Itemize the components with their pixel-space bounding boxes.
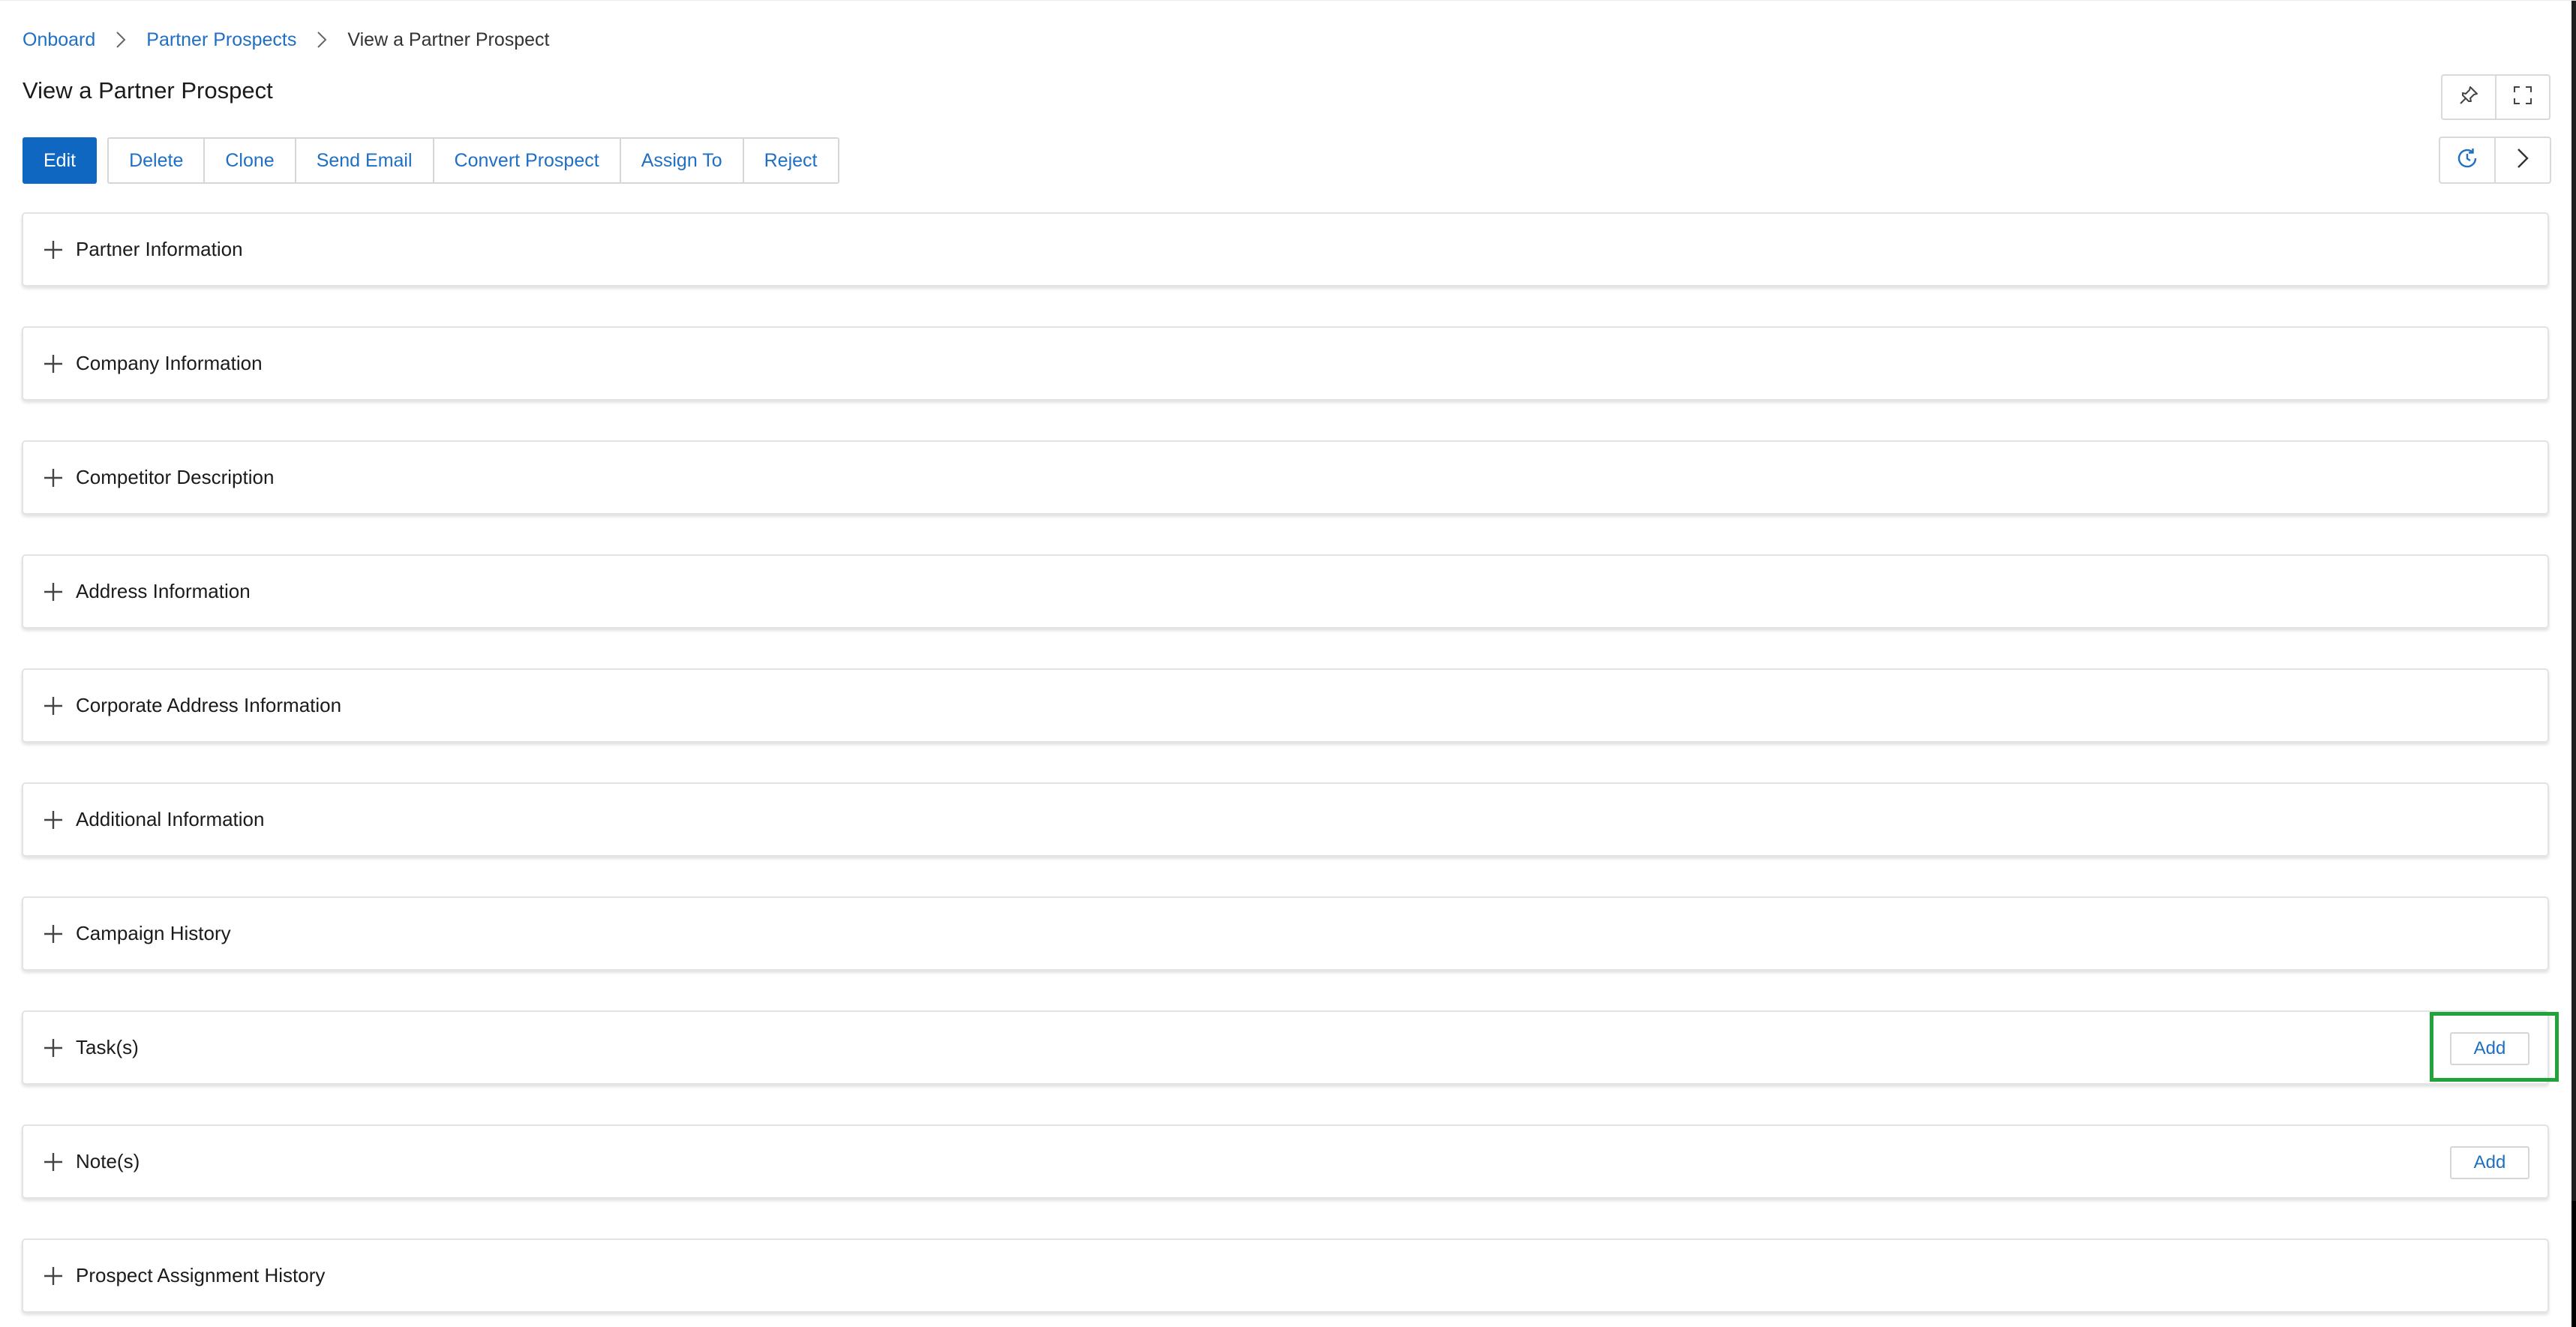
fullscreen-icon bbox=[2512, 85, 2533, 110]
chevron-right-icon bbox=[307, 26, 337, 53]
scrollbar[interactable] bbox=[2571, 1, 2576, 1327]
page-title: View a Partner Prospect bbox=[23, 77, 273, 104]
convert-prospect-button[interactable]: Convert Prospect bbox=[432, 139, 620, 182]
page: Onboard Partner Prospects View a Partner… bbox=[0, 0, 2576, 1327]
section-campaign-history[interactable]: Campaign History bbox=[22, 896, 2549, 971]
edit-button[interactable]: Edit bbox=[23, 137, 98, 184]
expand-plus-icon bbox=[42, 467, 65, 489]
breadcrumb: Onboard Partner Prospects View a Partner… bbox=[23, 26, 550, 53]
breadcrumb-link-partner-prospects[interactable]: Partner Prospects bbox=[146, 29, 296, 51]
breadcrumb-link-onboard[interactable]: Onboard bbox=[23, 29, 95, 51]
breadcrumb-current: View a Partner Prospect bbox=[347, 29, 550, 50]
section-partner-information[interactable]: Partner Information bbox=[22, 212, 2549, 287]
section-prospect-assignment-history[interactable]: Prospect Assignment History bbox=[22, 1238, 2549, 1313]
fullscreen-button[interactable] bbox=[2495, 76, 2549, 119]
send-email-button[interactable]: Send Email bbox=[294, 139, 433, 182]
section-label: Address Information bbox=[76, 580, 251, 602]
section-address-information[interactable]: Address Information bbox=[22, 554, 2549, 629]
expand-plus-icon bbox=[42, 1151, 65, 1173]
chevron-right-icon bbox=[106, 26, 136, 53]
pin-button[interactable] bbox=[2442, 76, 2495, 119]
chevron-right-icon bbox=[2516, 147, 2529, 173]
section-label: Partner Information bbox=[76, 238, 243, 260]
section-label: Additional Information bbox=[76, 808, 265, 830]
add-task-button[interactable]: Add bbox=[2450, 1032, 2529, 1065]
expand-plus-icon bbox=[42, 809, 65, 831]
expand-plus-icon bbox=[42, 695, 65, 717]
pin-icon bbox=[2458, 85, 2479, 110]
history-icon bbox=[2455, 146, 2479, 174]
section-tasks[interactable]: Task(s) Add bbox=[22, 1010, 2549, 1085]
section-label: Competitor Description bbox=[76, 466, 275, 488]
expand-plus-icon bbox=[42, 581, 65, 603]
expand-plus-icon bbox=[42, 353, 65, 375]
action-button-group: Delete Clone Send Email Convert Prospect… bbox=[107, 137, 839, 184]
section-label: Campaign History bbox=[76, 922, 231, 944]
section-label: Task(s) bbox=[76, 1036, 139, 1058]
assign-to-button[interactable]: Assign To bbox=[619, 139, 743, 182]
section-label: Corporate Address Information bbox=[76, 694, 342, 716]
expand-plus-icon bbox=[42, 1037, 65, 1059]
delete-button[interactable]: Delete bbox=[109, 139, 204, 182]
section-notes[interactable]: Note(s) Add bbox=[22, 1124, 2549, 1199]
action-toolbar: Edit Delete Clone Send Email Convert Pro… bbox=[23, 137, 839, 184]
section-label: Company Information bbox=[76, 352, 263, 374]
expand-plus-icon bbox=[42, 239, 65, 261]
next-button[interactable] bbox=[2494, 138, 2550, 182]
section-label: Prospect Assignment History bbox=[76, 1264, 326, 1286]
section-corporate-address-information[interactable]: Corporate Address Information bbox=[22, 668, 2549, 743]
section-label: Note(s) bbox=[76, 1150, 140, 1172]
toolbar-right-icon-group bbox=[2439, 137, 2551, 184]
scrollbar-thumb[interactable] bbox=[2571, 1201, 2576, 1327]
reject-button[interactable]: Reject bbox=[742, 139, 838, 182]
expand-plus-icon bbox=[42, 1265, 65, 1287]
expand-plus-icon bbox=[42, 923, 65, 945]
section-competitor-description[interactable]: Competitor Description bbox=[22, 440, 2549, 515]
history-button[interactable] bbox=[2440, 138, 2494, 182]
header-icon-group bbox=[2441, 74, 2550, 120]
section-company-information[interactable]: Company Information bbox=[22, 326, 2549, 401]
section-additional-information[interactable]: Additional Information bbox=[22, 782, 2549, 857]
clone-button[interactable]: Clone bbox=[203, 139, 295, 182]
add-note-button[interactable]: Add bbox=[2450, 1146, 2529, 1179]
